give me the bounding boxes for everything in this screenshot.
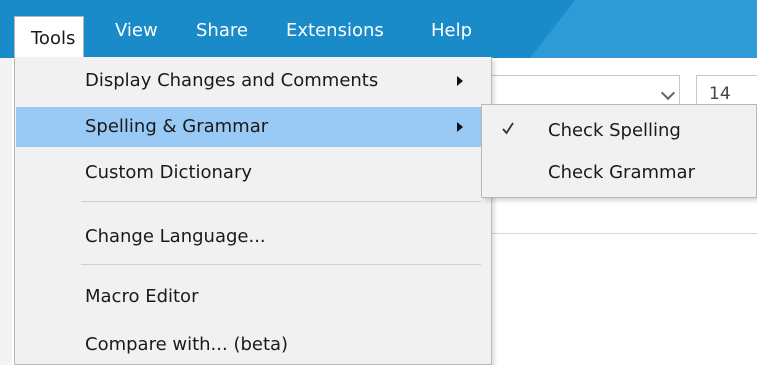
menu-separator (81, 264, 481, 265)
menu-item-label: Macro Editor (85, 286, 199, 307)
chevron-down-icon[interactable] (660, 85, 676, 101)
toolbar-divider (490, 233, 757, 234)
menubar: Tools View Share Extensions Help (0, 0, 757, 58)
menu-item-label: Display Changes and Comments (85, 70, 379, 91)
menu-item-display-changes[interactable]: Display Changes and Comments (16, 61, 492, 101)
spelling-grammar-submenu: Check Spelling Check Grammar (481, 104, 757, 198)
check-icon (502, 122, 514, 135)
menu-share[interactable]: Share (180, 0, 264, 58)
submenu-item-label: Check Spelling (548, 120, 681, 141)
menu-extensions[interactable]: Extensions (270, 0, 400, 58)
menu-view[interactable]: View (99, 0, 174, 58)
menu-item-compare-with[interactable]: Compare with... (beta) (16, 325, 492, 365)
menu-tools[interactable]: Tools (14, 16, 85, 58)
submenu-item-check-grammar[interactable]: Check Grammar (482, 153, 756, 193)
menu-item-label: Custom Dictionary (85, 162, 253, 183)
menu-separator (81, 201, 481, 202)
triangle-right-icon (457, 122, 463, 132)
menu-item-label: Change Language... (85, 226, 266, 247)
submenu-item-check-spelling[interactable]: Check Spelling (482, 111, 756, 151)
tools-menu: Display Changes and Comments Spelling & … (14, 57, 492, 365)
triangle-right-icon (457, 76, 463, 86)
menu-item-label: Compare with... (beta) (85, 334, 289, 355)
menu-item-spelling-grammar[interactable]: Spelling & Grammar (16, 107, 492, 147)
menubar-decoration (530, 0, 757, 58)
submenu-item-label: Check Grammar (548, 162, 695, 183)
menu-item-macro-editor[interactable]: Macro Editor (16, 277, 492, 317)
left-gutter (0, 58, 12, 365)
menu-item-change-language[interactable]: Change Language... (16, 217, 492, 257)
menu-item-label: Spelling & Grammar (85, 116, 269, 137)
font-size-value: 14 (709, 84, 731, 104)
menu-item-custom-dictionary[interactable]: Custom Dictionary (16, 153, 492, 193)
menu-help[interactable]: Help (415, 0, 488, 58)
